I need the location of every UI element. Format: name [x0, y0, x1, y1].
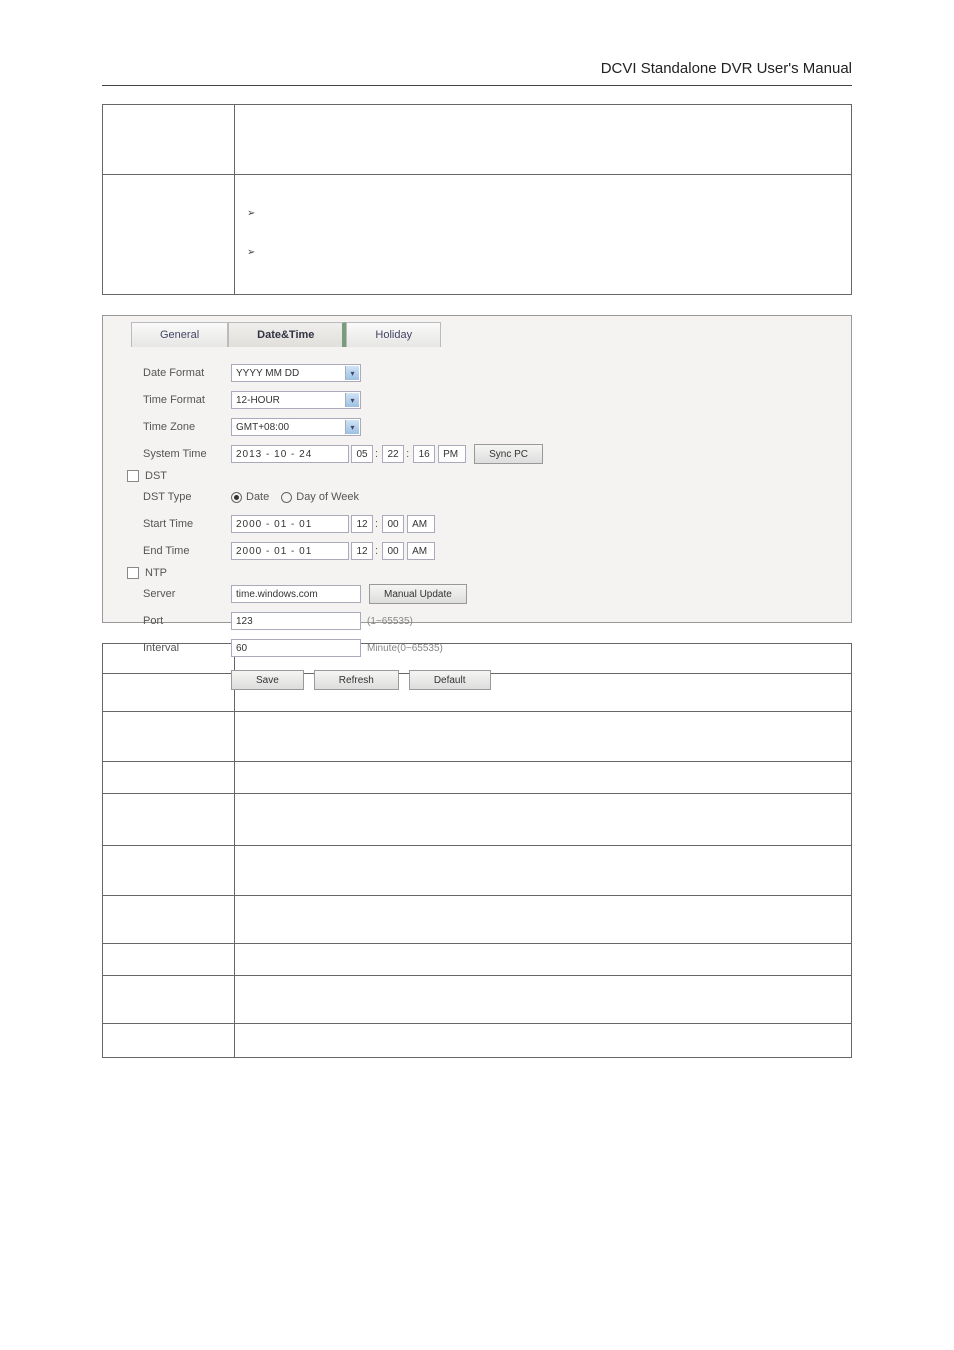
upper-row1-label — [103, 105, 235, 175]
param-cell — [235, 896, 852, 944]
upper-row1-desc — [235, 105, 852, 175]
end-date-input[interactable]: 2000 - 01 - 01 — [231, 542, 349, 560]
tab-holiday[interactable]: Holiday — [346, 322, 441, 347]
param-cell — [103, 896, 235, 944]
start-min-input[interactable]: 00 — [382, 515, 404, 533]
dst-type-dow-radio[interactable] — [281, 492, 292, 503]
end-hour-input[interactable]: 12 — [351, 542, 373, 560]
label-dst-type: DST Type — [143, 491, 231, 503]
port-hint: (1~65535) — [367, 616, 413, 627]
time-format-select[interactable]: 12-HOUR▾ — [231, 391, 361, 409]
interval-hint: Minute(0~65535) — [367, 643, 443, 654]
param-cell — [103, 762, 235, 794]
system-date-input[interactable]: 2013 - 10 - 24 — [231, 445, 349, 463]
param-cell — [235, 1024, 852, 1058]
server-input[interactable]: time.windows.com — [231, 585, 361, 603]
param-cell — [235, 762, 852, 794]
start-ampm-input[interactable]: AM — [407, 515, 435, 533]
label-date-format: Date Format — [143, 367, 231, 379]
param-cell — [103, 794, 235, 846]
port-input[interactable]: 123 — [231, 612, 361, 630]
label-time-format: Time Format — [143, 394, 231, 406]
tab-general[interactable]: General — [131, 322, 228, 347]
page-title: DCVI Standalone DVR User's Manual — [102, 60, 852, 86]
upper-row2-label — [103, 175, 235, 295]
chevron-down-icon: ▾ — [345, 420, 359, 434]
dst-type-date-radio[interactable] — [231, 492, 242, 503]
label-system-time: System Time — [143, 448, 231, 460]
upper-row2-desc: ➢ ➢ — [235, 175, 852, 295]
param-cell — [235, 712, 852, 762]
parameter-table — [102, 643, 852, 1058]
start-date-input[interactable]: 2000 - 01 - 01 — [231, 515, 349, 533]
chevron-icon: ➢ — [247, 205, 263, 222]
end-ampm-input[interactable]: AM — [407, 542, 435, 560]
label-end-time: End Time — [143, 545, 231, 557]
dst-type-dow-label: Day of Week — [296, 491, 359, 503]
tab-date-time[interactable]: Date&Time — [228, 322, 346, 347]
chevron-icon: ➢ — [247, 244, 263, 261]
label-server: Server — [143, 588, 231, 600]
ntp-checkbox[interactable] — [127, 567, 139, 579]
param-cell — [235, 846, 852, 896]
system-ampm-input[interactable]: PM — [438, 445, 466, 463]
start-hour-input[interactable]: 12 — [351, 515, 373, 533]
chevron-down-icon: ▾ — [345, 393, 359, 407]
dst-checkbox[interactable] — [127, 470, 139, 482]
time-zone-select[interactable]: GMT+08:00▾ — [231, 418, 361, 436]
param-cell — [235, 976, 852, 1024]
param-cell — [103, 1024, 235, 1058]
param-cell — [235, 944, 852, 976]
label-ntp: NTP — [145, 567, 167, 579]
param-cell — [103, 976, 235, 1024]
label-start-time: Start Time — [143, 518, 231, 530]
date-format-select[interactable]: YYYY MM DD▾ — [231, 364, 361, 382]
save-button[interactable]: Save — [231, 670, 304, 690]
upper-table: ➢ ➢ — [102, 104, 852, 295]
system-hour-input[interactable]: 05 — [351, 445, 373, 463]
param-cell — [103, 846, 235, 896]
label-time-zone: Time Zone — [143, 421, 231, 433]
system-sec-input[interactable]: 16 — [413, 445, 435, 463]
sync-pc-button[interactable]: Sync PC — [474, 444, 543, 464]
chevron-down-icon: ▾ — [345, 366, 359, 380]
label-port: Port — [143, 615, 231, 627]
param-cell — [235, 794, 852, 846]
param-cell — [103, 944, 235, 976]
system-min-input[interactable]: 22 — [382, 445, 404, 463]
param-cell — [103, 712, 235, 762]
dst-type-date-label: Date — [246, 491, 269, 503]
label-dst: DST — [145, 470, 167, 482]
date-time-settings-panel: General Date&Time Holiday Date Format YY… — [102, 315, 852, 623]
end-min-input[interactable]: 00 — [382, 542, 404, 560]
refresh-button[interactable]: Refresh — [314, 670, 399, 690]
interval-input[interactable]: 60 — [231, 639, 361, 657]
manual-update-button[interactable]: Manual Update — [369, 584, 467, 604]
default-button[interactable]: Default — [409, 670, 491, 690]
label-interval: Interval — [143, 642, 231, 654]
